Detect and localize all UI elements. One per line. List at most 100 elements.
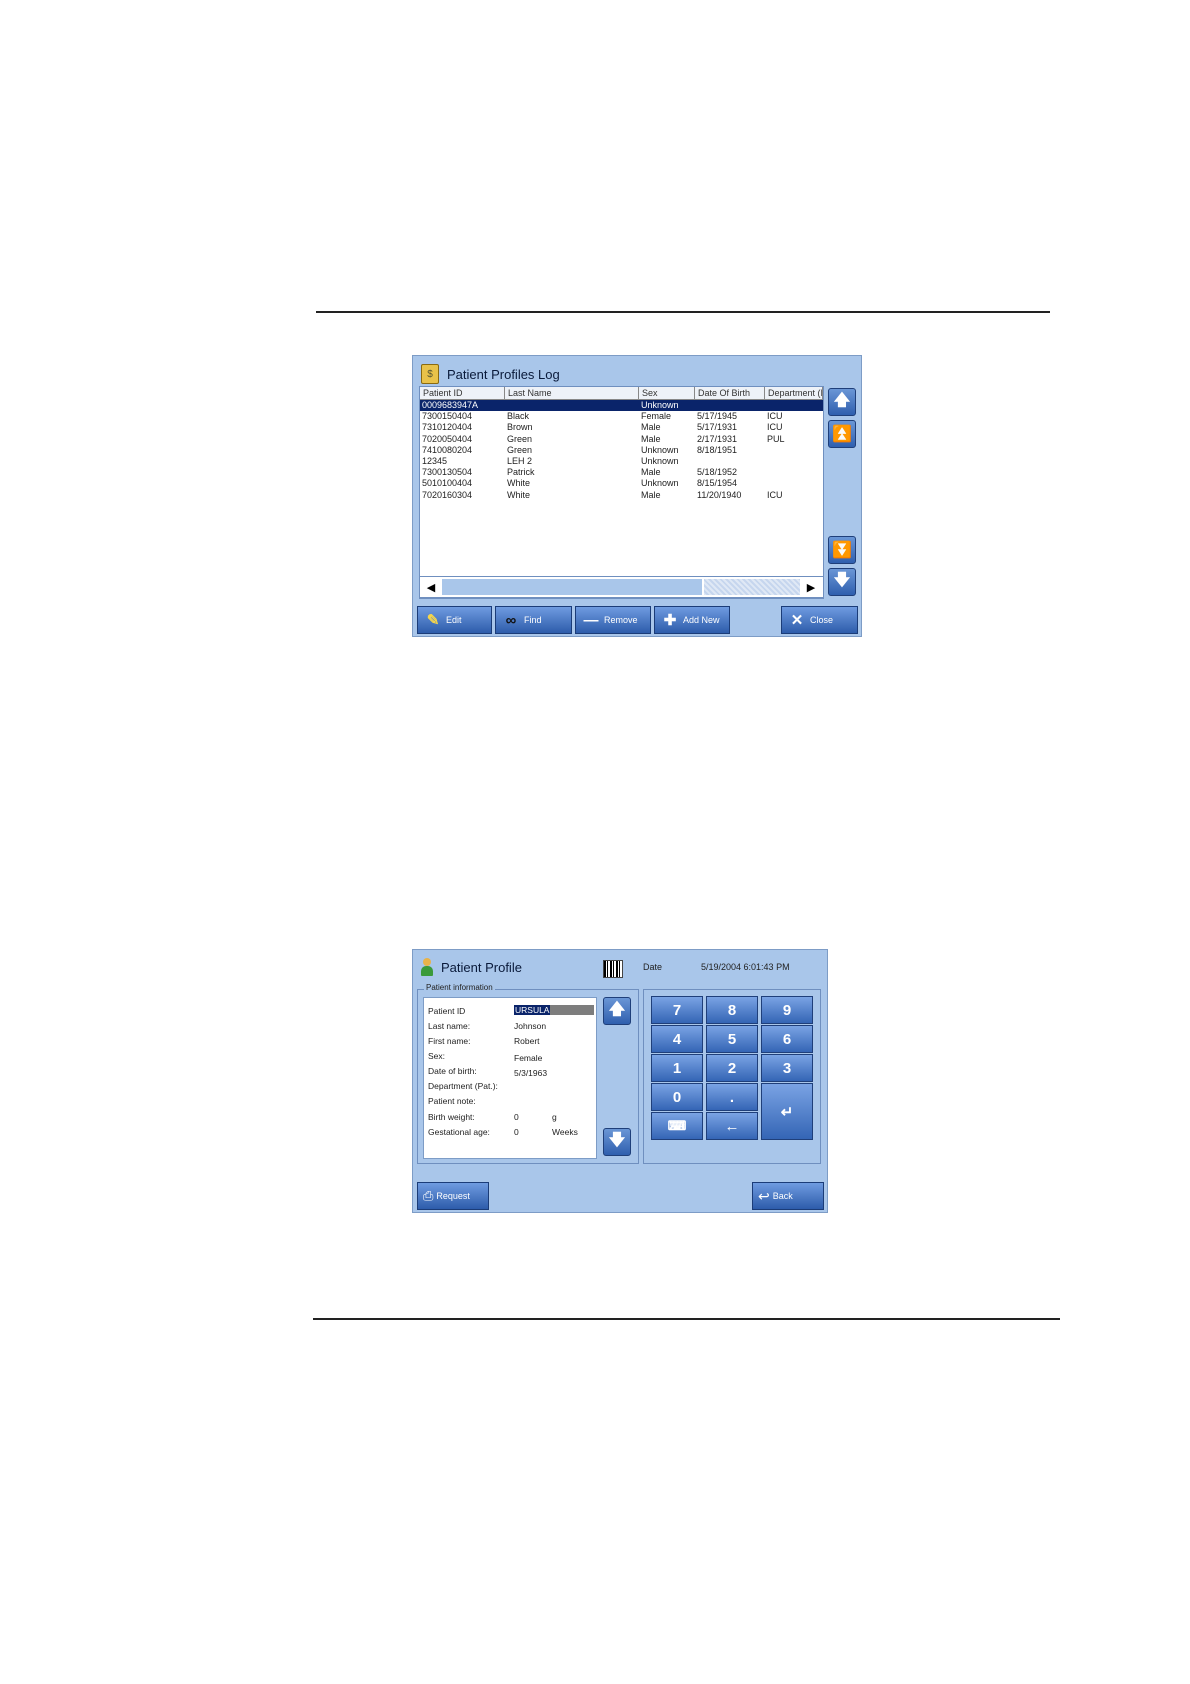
back-icon: ↩: [758, 1187, 770, 1204]
cell-patient-id: 7300150404: [422, 411, 473, 422]
remove-label: Remove: [604, 615, 638, 625]
cell-department: ICU: [767, 411, 783, 422]
column-header-department[interactable]: Department (I: [765, 387, 823, 399]
patient-note-label: Patient note:: [428, 1096, 476, 1106]
key-6[interactable]: 6: [761, 1025, 813, 1053]
column-header-last-name[interactable]: Last Name: [505, 387, 639, 399]
cell-sex: Male: [641, 433, 661, 444]
page-down-button[interactable]: ⏬: [828, 536, 856, 564]
backspace-icon: ←: [724, 1117, 740, 1135]
scroll-down-button[interactable]: 🡇: [828, 568, 856, 596]
column-header-dob[interactable]: Date Of Birth: [695, 387, 765, 399]
cell-dob: 2/17/1931: [697, 433, 738, 444]
cell-department: ICU: [767, 489, 783, 500]
barcode-icon[interactable]: [603, 960, 623, 978]
plus-icon: ✚: [663, 612, 677, 629]
close-button[interactable]: ✕ Close: [781, 606, 858, 634]
keyboard-key[interactable]: ⌨: [651, 1112, 703, 1140]
dob-value[interactable]: 5/3/1963: [514, 1068, 547, 1078]
enter-key[interactable]: ↵: [761, 1083, 813, 1140]
horizontal-scrollbar[interactable]: ◀ ▶: [419, 576, 824, 598]
key-2[interactable]: 2: [706, 1054, 758, 1082]
patient-list[interactable]: Patient ID Last Name Sex Date Of Birth D…: [419, 386, 824, 599]
table-row[interactable]: 12345 LEH 2 Unknown: [420, 456, 823, 467]
column-header-patient-id[interactable]: Patient ID: [420, 387, 505, 399]
key-0[interactable]: 0: [651, 1083, 703, 1111]
remove-button[interactable]: — Remove: [575, 606, 651, 634]
column-header-sex[interactable]: Sex: [639, 387, 695, 399]
cell-last-name: White: [507, 478, 531, 489]
table-row[interactable]: 7310120404 Brown Male 5/17/1931 ICU: [420, 422, 823, 433]
find-button[interactable]: ∞ Find: [495, 606, 572, 634]
cell-last-name: Green: [507, 444, 533, 455]
birth-weight-value[interactable]: 0: [514, 1112, 519, 1122]
birth-weight-unit: g: [552, 1112, 557, 1122]
cell-sex: Unknown: [641, 400, 679, 410]
binoculars-icon: ∞: [505, 611, 517, 629]
top-rule: [316, 311, 1050, 313]
key-8[interactable]: 8: [706, 996, 758, 1024]
arrow-down-icon: 🡇: [833, 571, 851, 589]
first-name-value[interactable]: Robert: [514, 1036, 540, 1046]
cell-sex: Male: [641, 489, 661, 500]
profile-log-icon: $: [421, 364, 439, 384]
add-new-button[interactable]: ✚ Add New: [654, 606, 730, 634]
scroll-thumb[interactable]: [442, 579, 702, 595]
cell-sex: Female: [641, 411, 672, 422]
patient-icon: [421, 958, 433, 976]
group-title: Patient information: [424, 983, 495, 992]
patient-id-input[interactable]: URSULA: [514, 1005, 594, 1015]
cell-dob: [695, 456, 765, 467]
field-down-button[interactable]: 🡇: [603, 1128, 631, 1156]
cell-last-name: Green: [507, 433, 533, 444]
dob-label: Date of birth:: [428, 1066, 477, 1076]
cell-sex: Male: [641, 422, 661, 433]
cell-patient-id: 7020160304: [422, 489, 473, 500]
scroll-track[interactable]: [704, 579, 800, 595]
last-name-value[interactable]: Johnson: [514, 1021, 546, 1031]
table-row[interactable]: 7410080204 Green Unknown 8/18/1951: [420, 445, 823, 456]
backspace-key[interactable]: ←: [706, 1112, 758, 1140]
find-label: Find: [524, 615, 542, 625]
key-7[interactable]: 7: [651, 996, 703, 1024]
birth-weight-label: Birth weight:: [428, 1112, 475, 1122]
cell-last-name: LEH 2: [507, 455, 533, 466]
table-row[interactable]: 7020160304 White Male 11/20/1940 ICU: [420, 490, 823, 501]
cell-last-name: [505, 400, 639, 411]
cell-department: [765, 478, 823, 489]
table-row[interactable]: 0009683947A Unknown: [420, 400, 823, 412]
cell-patient-id: 7310120404: [422, 422, 473, 433]
arrow-right-icon[interactable]: ▶: [802, 579, 820, 595]
table-row[interactable]: 5010100404 White Unknown 8/15/1954: [420, 478, 823, 489]
back-button[interactable]: ↩ Back: [752, 1182, 824, 1210]
cell-last-name: White: [507, 489, 531, 500]
last-name-label: Last name:: [428, 1021, 471, 1031]
gestational-age-value[interactable]: 0: [514, 1127, 519, 1137]
key-dot[interactable]: .: [706, 1083, 758, 1111]
cell-last-name: Black: [507, 411, 530, 422]
key-4[interactable]: 4: [651, 1025, 703, 1053]
cell-dob: 5/18/1952: [697, 467, 738, 478]
page-up-button[interactable]: ⏫: [828, 420, 856, 448]
close-label: Close: [810, 615, 834, 625]
field-up-button[interactable]: 🡅: [603, 997, 631, 1025]
request-button[interactable]: ⎙ Request: [417, 1182, 489, 1210]
arrow-down-icon: 🡇: [608, 1131, 626, 1149]
key-9[interactable]: 9: [761, 996, 813, 1024]
table-row[interactable]: 7300130504 Patrick Male 5/18/1952: [420, 467, 823, 478]
arrow-left-icon[interactable]: ◀: [422, 579, 440, 595]
sex-value[interactable]: Female: [514, 1053, 542, 1063]
table-row[interactable]: 7020050404 Green Male 2/17/1931 PUL: [420, 434, 823, 445]
edit-button[interactable]: ✎ Edit: [417, 606, 492, 634]
key-3[interactable]: 3: [761, 1054, 813, 1082]
request-icon: ⎙: [423, 1188, 434, 1203]
cell-department: [765, 400, 823, 411]
pencil-icon: ✎: [426, 612, 440, 629]
cell-department: ICU: [767, 422, 783, 433]
cell-dob: 8/15/1954: [697, 478, 738, 489]
key-5[interactable]: 5: [706, 1025, 758, 1053]
cell-last-name: Patrick: [507, 467, 535, 478]
table-row[interactable]: 7300150404 Black Female 5/17/1945 ICU: [420, 411, 823, 422]
key-1[interactable]: 1: [651, 1054, 703, 1082]
scroll-up-button[interactable]: 🡅: [828, 388, 856, 416]
